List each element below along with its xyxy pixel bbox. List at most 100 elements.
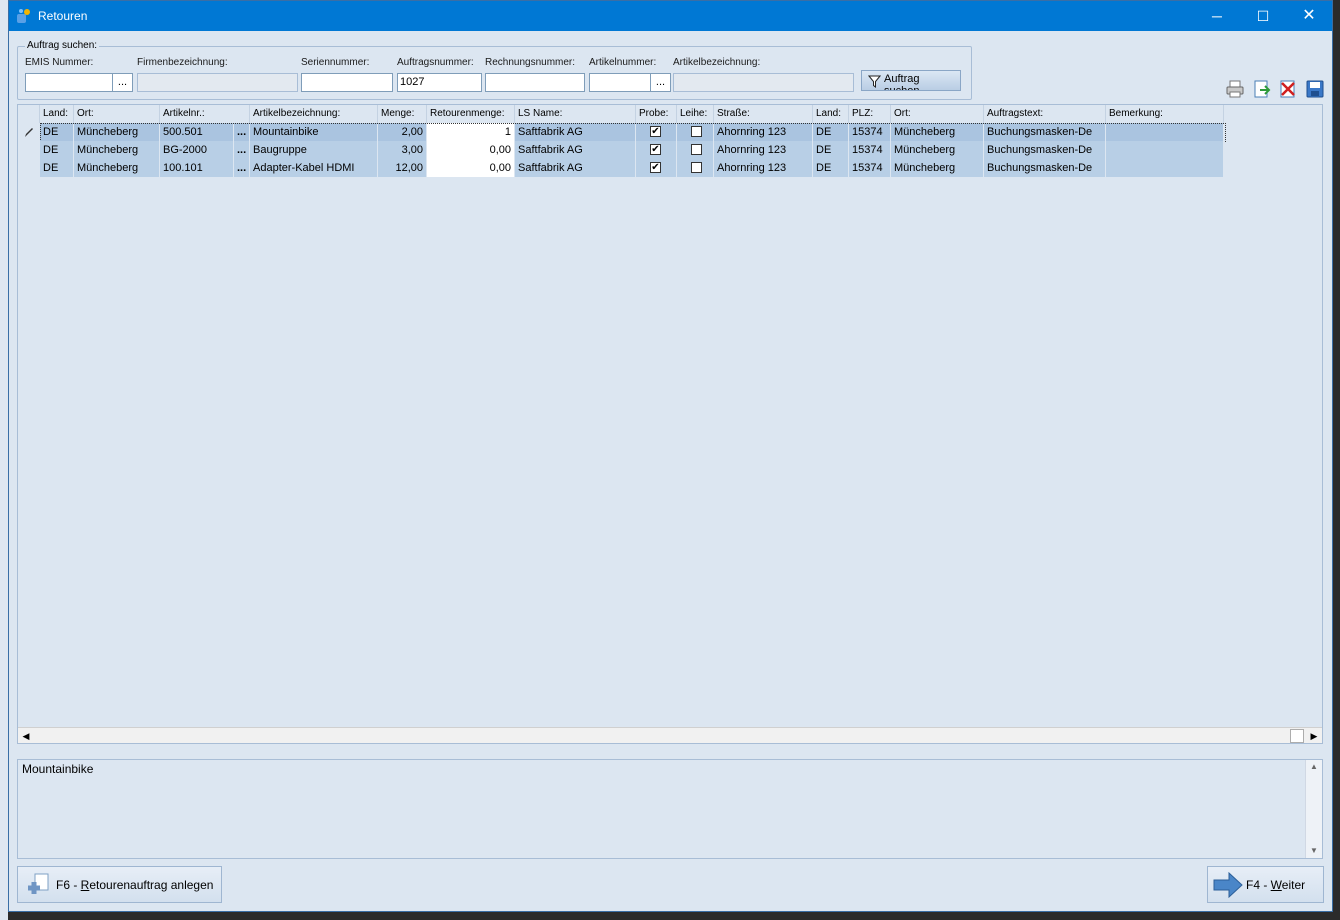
title-bar[interactable]: Retouren ─ ☐ ✕ — [9, 1, 1332, 31]
probe-checkbox[interactable]: ✔ — [650, 144, 661, 155]
column-header[interactable]: Land: — [813, 105, 849, 123]
cell-ls_name[interactable]: Saftfabrik AG — [515, 141, 636, 159]
retouren-grid[interactable]: Land: Ort: Artikelnr.: Artikelbezeichnun… — [17, 104, 1323, 744]
scroll-right-icon[interactable]: ▶ — [1306, 728, 1322, 743]
save-icon[interactable] — [1306, 80, 1324, 98]
retourenauftrag-anlegen-button[interactable]: F6 - Retourenauftrag anlegen — [17, 866, 222, 903]
cell-ort[interactable]: Müncheberg — [74, 159, 160, 177]
cell-land2[interactable]: DE — [813, 159, 849, 177]
auftrag-suchen-button[interactable]: Auftrag suchen — [861, 70, 961, 91]
cell-artikelnr[interactable]: 500.501 — [160, 123, 234, 141]
cell-land2[interactable]: DE — [813, 141, 849, 159]
cell-ellipsis-button[interactable]: ... — [234, 141, 250, 159]
cell-strasse[interactable]: Ahornring 123 — [714, 123, 813, 141]
table-row[interactable]: DE Müncheberg 100.101... Adapter-Kabel HDMI… — [18, 159, 1224, 177]
cell-ellipsis-button[interactable]: ... — [234, 159, 250, 177]
cell-ort[interactable]: Müncheberg — [74, 123, 160, 141]
delete-icon[interactable] — [1279, 80, 1297, 98]
table-row[interactable]: DE Müncheberg BG-2000... Baugruppe 3,00 0,00 S… — [18, 141, 1224, 159]
rechnungsnummer-input[interactable] — [485, 73, 585, 92]
leihe-checkbox-cell[interactable] — [677, 123, 714, 141]
cell-land[interactable]: DE — [40, 141, 74, 159]
column-header[interactable]: Land: — [40, 105, 74, 123]
cell-auftragstext[interactable]: Buchungsmasken-De — [984, 141, 1106, 159]
horizontal-scrollbar[interactable]: ◀ ▶ — [18, 727, 1322, 743]
cell-artikelnr[interactable]: BG-2000 — [160, 141, 234, 159]
emis-input[interactable] — [25, 73, 113, 92]
probe-checkbox[interactable]: ✔ — [650, 162, 661, 173]
cell-land[interactable]: DE — [40, 159, 74, 177]
cell-ls_name[interactable]: Saftfabrik AG — [515, 123, 636, 141]
cell-ort2[interactable]: Müncheberg — [891, 141, 984, 159]
column-header[interactable]: Artikelnr.: — [160, 105, 250, 123]
leihe-checkbox-cell[interactable] — [677, 159, 714, 177]
row-indicator[interactable] — [18, 159, 40, 177]
auftragsnummer-input[interactable]: 1027 — [397, 73, 482, 92]
cell-bemerkung[interactable] — [1106, 159, 1224, 177]
scroll-thumb[interactable] — [1290, 729, 1304, 743]
column-header[interactable]: LS Name: — [515, 105, 636, 123]
cell-land2[interactable]: DE — [813, 123, 849, 141]
scroll-left-icon[interactable]: ◀ — [18, 728, 34, 743]
cell-plz[interactable]: 15374 — [849, 159, 891, 177]
column-header[interactable]: PLZ: — [849, 105, 891, 123]
cell-menge[interactable]: 3,00 — [378, 141, 427, 159]
minimize-button[interactable]: ─ — [1194, 1, 1240, 31]
cell-retourenmenge[interactable]: 0,00 — [427, 159, 515, 177]
cell-artikelbez[interactable]: Mountainbike — [250, 123, 378, 141]
column-header[interactable]: Probe: — [636, 105, 677, 123]
vertical-scrollbar[interactable]: ▲ ▼ — [1305, 760, 1322, 858]
cell-plz[interactable]: 15374 — [849, 123, 891, 141]
cell-retourenmenge[interactable]: 0,00 — [427, 141, 515, 159]
column-header[interactable]: Bemerkung: — [1106, 105, 1224, 123]
leihe-checkbox[interactable] — [691, 162, 702, 173]
artikelnummer-ellipsis-button[interactable]: ... — [651, 73, 671, 92]
cell-strasse[interactable]: Ahornring 123 — [714, 159, 813, 177]
probe-checkbox-cell[interactable]: ✔ — [636, 159, 677, 177]
cell-auftragstext[interactable]: Buchungsmasken-De — [984, 123, 1106, 141]
column-header[interactable]: Artikelbezeichnung: — [250, 105, 378, 123]
scroll-down-icon[interactable]: ▼ — [1306, 844, 1322, 858]
row-indicator[interactable] — [18, 141, 40, 159]
cell-auftragstext[interactable]: Buchungsmasken-De — [984, 159, 1106, 177]
column-header[interactable]: Auftragstext: — [984, 105, 1106, 123]
cell-strasse[interactable]: Ahornring 123 — [714, 141, 813, 159]
cell-menge[interactable]: 2,00 — [378, 123, 427, 141]
probe-checkbox-cell[interactable]: ✔ — [636, 123, 677, 141]
cell-artikelbez[interactable]: Baugruppe — [250, 141, 378, 159]
leihe-checkbox[interactable] — [691, 126, 702, 137]
cell-bemerkung[interactable] — [1106, 123, 1224, 141]
cell-ellipsis-button[interactable]: ... — [234, 123, 250, 141]
export-icon[interactable] — [1253, 80, 1271, 98]
cell-artikelnr[interactable]: 100.101 — [160, 159, 234, 177]
memo-textarea[interactable]: Mountainbike ▲ ▼ — [17, 759, 1323, 859]
artikelnummer-input[interactable] — [589, 73, 651, 92]
leihe-checkbox[interactable] — [691, 144, 702, 155]
leihe-checkbox-cell[interactable] — [677, 141, 714, 159]
cell-bemerkung[interactable] — [1106, 141, 1224, 159]
maximize-button[interactable]: ☐ — [1240, 1, 1286, 31]
column-header[interactable]: Straße: — [714, 105, 813, 123]
cell-ort2[interactable]: Müncheberg — [891, 123, 984, 141]
cell-menge[interactable]: 12,00 — [378, 159, 427, 177]
cell-artikelbez[interactable]: Adapter-Kabel HDMI — [250, 159, 378, 177]
cell-plz[interactable]: 15374 — [849, 141, 891, 159]
column-header[interactable]: Retourenmenge: — [427, 105, 515, 123]
cell-ort[interactable]: Müncheberg — [74, 141, 160, 159]
table-row[interactable]: DE Müncheberg 500.501... Mountainbike 2,00 1 S… — [18, 123, 1226, 142]
column-header[interactable]: Menge: — [378, 105, 427, 123]
cell-ls_name[interactable]: Saftfabrik AG — [515, 159, 636, 177]
scroll-up-icon[interactable]: ▲ — [1306, 760, 1322, 774]
row-edit-pencil-icon[interactable] — [18, 123, 40, 141]
probe-checkbox[interactable]: ✔ — [650, 126, 661, 137]
cell-ort2[interactable]: Müncheberg — [891, 159, 984, 177]
weiter-button[interactable]: F4 - Weiter — [1207, 866, 1324, 903]
cell-retourenmenge[interactable]: 1 — [427, 123, 515, 141]
printer-icon[interactable] — [1226, 80, 1244, 98]
close-button[interactable]: ✕ — [1286, 1, 1332, 31]
column-header[interactable]: Leihe: — [677, 105, 714, 123]
probe-checkbox-cell[interactable]: ✔ — [636, 141, 677, 159]
seriennummer-input[interactable] — [301, 73, 393, 92]
emis-ellipsis-button[interactable]: ... — [113, 73, 133, 92]
column-header[interactable]: Ort: — [891, 105, 984, 123]
